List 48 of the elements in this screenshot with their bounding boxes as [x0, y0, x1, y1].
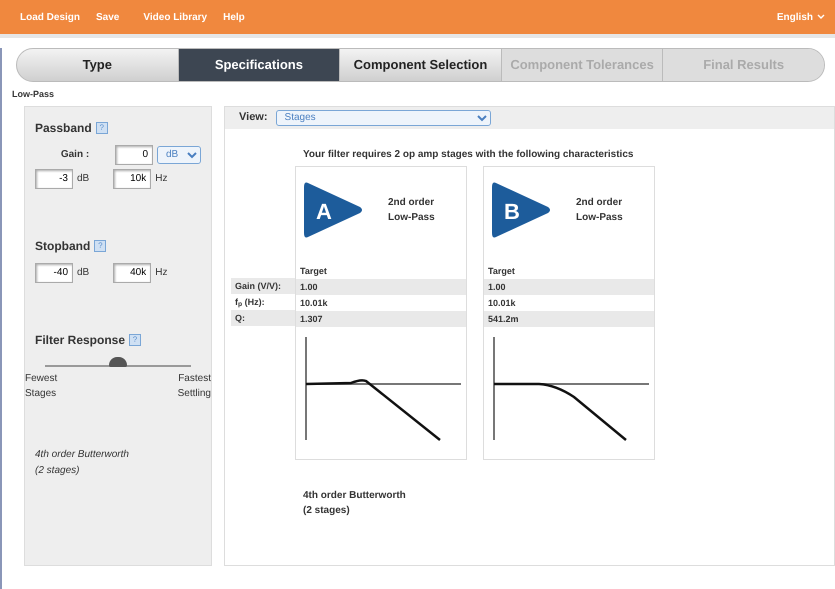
menu-link[interactable]: Video Library — [143, 10, 208, 24]
menu-link[interactable]: Help — [223, 10, 245, 24]
help-button[interactable]: ? — [96, 122, 108, 134]
unit-label: Hz — [155, 266, 168, 280]
table-cell: 541.2m — [484, 310, 654, 326]
view-label: View: — [239, 110, 268, 126]
row-label: Q: — [231, 310, 295, 326]
stage-description: 2nd order Low-Pass — [576, 196, 623, 224]
table-cell: 1.00 — [296, 278, 466, 294]
section-title: Stopband — [35, 238, 90, 254]
language-menu[interactable]: English — [776, 10, 813, 24]
stage-description: 2nd order Low-Pass — [388, 196, 435, 224]
help-button[interactable]: ? — [94, 240, 106, 252]
stages-heading: Your filter requires 2 op amp stages with the following characteristics — [303, 148, 634, 162]
view-select[interactable]: Stages — [276, 110, 491, 126]
caret-icon — [817, 14, 825, 20]
table-cell-text: 10.01k — [299, 296, 329, 310]
row-label: f$_{p}$ (Hz): — [234, 296, 266, 310]
unit-label: dB — [77, 266, 90, 280]
gain-field[interactable]: 0 — [115, 144, 153, 164]
menu-link[interactable]: Load Design — [20, 10, 80, 24]
unit-select[interactable]: dB — [157, 146, 201, 164]
filter-summary: 4th order Butterworth (2 stages) — [35, 448, 130, 478]
section-title: Passband — [35, 120, 92, 136]
filter-type-label: Low-Pass — [12, 88, 56, 101]
section-title: Filter Response — [35, 332, 126, 348]
slider-label: Fastest Settling — [178, 372, 211, 400]
table-cell: 1.00 — [484, 278, 654, 294]
column-header: Target — [487, 264, 516, 278]
table-cell-text: 10.01k — [487, 296, 517, 310]
help-button[interactable]: ? — [129, 334, 142, 346]
number-field[interactable]: -3 — [35, 168, 73, 188]
slider-thumb[interactable] — [109, 356, 127, 366]
gain-label: Gain : — [60, 148, 90, 162]
number-field[interactable]: 10k — [113, 168, 152, 188]
column-header: Target — [299, 264, 328, 278]
tab[interactable]: Specifications — [178, 49, 340, 81]
menu-link[interactable]: Save — [96, 10, 120, 24]
slider-label: Fewest Stages — [25, 372, 58, 400]
unit-label: Hz — [155, 172, 168, 186]
number-field[interactable]: -40 — [35, 262, 73, 282]
stage-letter: A — [316, 198, 332, 224]
number-field[interactable]: 40k — [113, 262, 152, 282]
row-label: Gain (V/V): — [231, 278, 295, 294]
table-cell: 1.307 — [296, 310, 466, 326]
unit-label: dB — [77, 172, 90, 186]
stages-summary: 4th order Butterworth (2 stages) — [303, 488, 407, 518]
stage-letter: B — [504, 198, 520, 224]
